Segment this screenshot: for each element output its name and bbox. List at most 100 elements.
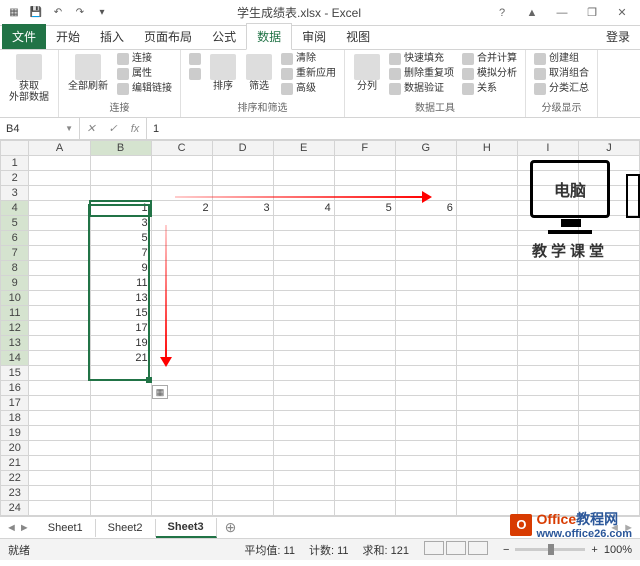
row-header[interactable]: 4 (1, 201, 29, 216)
properties-button[interactable]: 属性 (115, 67, 174, 81)
cell[interactable]: 4 (273, 201, 334, 216)
row-header[interactable]: 9 (1, 276, 29, 291)
cell[interactable]: 3 (90, 216, 151, 231)
row-header[interactable]: 2 (1, 171, 29, 186)
row-header[interactable]: 19 (1, 426, 29, 441)
sheet-tab[interactable]: Sheet3 (156, 518, 217, 538)
row-header[interactable]: 15 (1, 366, 29, 381)
refresh-all-button[interactable]: 全部刷新 (65, 52, 111, 94)
qat-dropdown-icon[interactable]: ▾ (94, 5, 110, 21)
row-header[interactable]: 21 (1, 456, 29, 471)
sheet-tab[interactable]: Sheet2 (96, 519, 156, 537)
sort-az-button[interactable] (187, 52, 203, 66)
col-header[interactable]: F (334, 141, 395, 156)
autofill-options-button[interactable]: ▦ (152, 385, 168, 399)
zoom-out-button[interactable]: − (503, 544, 509, 556)
advanced-button[interactable]: 高级 (279, 82, 338, 96)
col-header[interactable]: D (212, 141, 273, 156)
relationships-button[interactable]: 关系 (460, 82, 519, 96)
subtotal-button[interactable]: 分类汇总 (532, 82, 591, 96)
undo-icon[interactable]: ↶ (50, 5, 66, 21)
row-header[interactable]: 10 (1, 291, 29, 306)
sheet-nav-next-icon[interactable]: ► (19, 522, 30, 534)
col-header[interactable]: E (273, 141, 334, 156)
row-header[interactable]: 12 (1, 321, 29, 336)
col-header[interactable]: B (90, 141, 151, 156)
view-buttons[interactable] (423, 541, 489, 558)
enter-icon[interactable]: ✓ (102, 122, 124, 135)
sort-za-button[interactable] (187, 67, 203, 81)
zoom-level[interactable]: 100% (604, 544, 632, 556)
help-button[interactable]: ? (488, 3, 516, 23)
reapply-button[interactable]: 重新应用 (279, 67, 338, 81)
row-header[interactable]: 18 (1, 411, 29, 426)
get-external-data-button[interactable]: 获取 外部数据 (6, 52, 52, 105)
edit-links-button[interactable]: 编辑链接 (115, 82, 174, 96)
tab-formulas[interactable]: 公式 (202, 24, 246, 49)
tab-view[interactable]: 视图 (336, 24, 380, 49)
redo-icon[interactable]: ↷ (72, 5, 88, 21)
tab-file[interactable]: 文件 (2, 24, 46, 49)
row-header[interactable]: 20 (1, 441, 29, 456)
cell[interactable]: 5 (90, 231, 151, 246)
row-header[interactable]: 14 (1, 351, 29, 366)
row-header[interactable]: 17 (1, 396, 29, 411)
tab-data[interactable]: 数据 (246, 23, 292, 50)
row-header[interactable]: 24 (1, 501, 29, 516)
row-header[interactable]: 5 (1, 216, 29, 231)
row-header[interactable]: 7 (1, 246, 29, 261)
row-header[interactable]: 25 (1, 516, 29, 517)
connections-button[interactable]: 连接 (115, 52, 174, 66)
col-header[interactable]: I (517, 141, 578, 156)
clear-filter-button[interactable]: 清除 (279, 52, 338, 66)
group-button[interactable]: 创建组 (532, 52, 591, 66)
cell[interactable]: 2 (151, 201, 212, 216)
cancel-icon[interactable]: ✕ (80, 122, 102, 135)
worksheet-grid[interactable]: A B C D E F G H I J 1 2 3 4123456 53 65 … (0, 140, 640, 516)
row-header[interactable]: 3 (1, 186, 29, 201)
cell[interactable]: 7 (90, 246, 151, 261)
tab-layout[interactable]: 页面布局 (134, 24, 202, 49)
chevron-down-icon[interactable]: ▼ (65, 124, 73, 133)
tab-home[interactable]: 开始 (46, 24, 90, 49)
row-header[interactable]: 13 (1, 336, 29, 351)
minimize-button[interactable]: — (548, 3, 576, 23)
cell[interactable]: 9 (90, 261, 151, 276)
zoom-slider[interactable] (515, 548, 585, 551)
sheet-tab[interactable]: Sheet1 (36, 519, 96, 537)
row-header[interactable]: 8 (1, 261, 29, 276)
cell[interactable]: 11 (90, 276, 151, 291)
ungroup-button[interactable]: 取消组合 (532, 67, 591, 81)
select-all-corner[interactable] (1, 141, 29, 156)
flash-fill-button[interactable]: 快速填充 (387, 52, 456, 66)
col-header[interactable]: J (578, 141, 639, 156)
cell[interactable]: 19 (90, 336, 151, 351)
row-header[interactable]: 23 (1, 486, 29, 501)
sheet-nav-prev-icon[interactable]: ◄ (6, 522, 17, 534)
sort-button[interactable]: 排序 (207, 52, 239, 94)
data-validation-button[interactable]: 数据验证 (387, 82, 456, 96)
fill-handle[interactable] (146, 377, 152, 383)
formula-input[interactable]: 1 (147, 118, 640, 139)
restore-button[interactable]: ❐ (578, 3, 606, 23)
cell[interactable]: 17 (90, 321, 151, 336)
cell[interactable]: 3 (212, 201, 273, 216)
consolidate-button[interactable]: 合并计算 (460, 52, 519, 66)
ribbon-min-button[interactable]: ▲ (518, 3, 546, 23)
whatif-button[interactable]: 模拟分析 (460, 67, 519, 81)
col-header[interactable]: C (151, 141, 212, 156)
row-header[interactable]: 6 (1, 231, 29, 246)
name-box[interactable]: B4▼ (0, 118, 80, 139)
cell[interactable]: 13 (90, 291, 151, 306)
row-header[interactable]: 22 (1, 471, 29, 486)
tab-review[interactable]: 审阅 (292, 24, 336, 49)
col-header[interactable]: G (395, 141, 456, 156)
tab-insert[interactable]: 插入 (90, 24, 134, 49)
remove-duplicates-button[interactable]: 删除重复项 (387, 67, 456, 81)
col-header[interactable]: A (29, 141, 90, 156)
text-to-columns-button[interactable]: 分列 (351, 52, 383, 94)
cell[interactable]: 5 (334, 201, 395, 216)
cell[interactable]: 15 (90, 306, 151, 321)
new-sheet-button[interactable]: ⊕ (217, 519, 245, 536)
filter-button[interactable]: 筛选 (243, 52, 275, 94)
